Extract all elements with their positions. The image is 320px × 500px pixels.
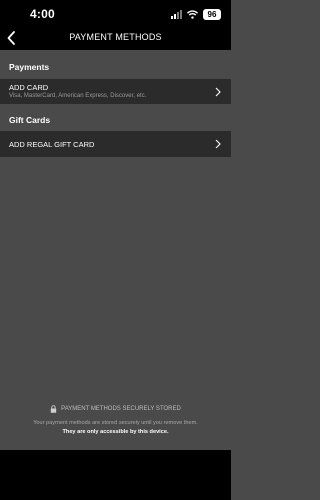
secure-storage-line: PAYMENT METHODS SECURELY STORED [0, 405, 231, 413]
secure-storage-note: Your payment methods are stored securely… [0, 419, 231, 437]
add-card-row[interactable]: ADD CARD Visa, MasterCard, American Expr… [0, 79, 231, 104]
status-time: 4:00 [30, 7, 55, 21]
add-gift-card-title: ADD REGAL GIFT CARD [9, 140, 95, 149]
gift-cards-section-header: Gift Cards [9, 115, 51, 125]
cellular-signal-icon [171, 9, 182, 19]
add-gift-card-row[interactable]: ADD REGAL GIFT CARD [0, 131, 231, 157]
secure-note-text: Your payment methods are stored securely… [33, 420, 198, 426]
add-card-title: ADD CARD [9, 83, 49, 92]
lock-icon [50, 405, 57, 413]
chevron-right-icon [215, 139, 221, 149]
chevron-right-icon [215, 87, 221, 97]
add-card-subtitle: Visa, MasterCard, American Express, Disc… [9, 93, 147, 99]
bottom-safe-area [0, 450, 231, 500]
page-title: PAYMENT METHODS [69, 32, 162, 42]
nav-bar: PAYMENT METHODS [0, 26, 231, 50]
secure-storage-label: PAYMENT METHODS SECURELY STORED [61, 406, 181, 412]
wifi-icon [187, 9, 198, 19]
battery-icon: 96 [203, 8, 221, 20]
secure-note-bold-text: They are only accessible by this device. [62, 429, 169, 435]
status-bar: 4:00 96 [0, 0, 231, 26]
payments-section-header: Payments [9, 62, 50, 72]
status-icons: 96 [171, 8, 221, 20]
main-content: Payments ADD CARD Visa, MasterCard, Amer… [0, 50, 231, 450]
